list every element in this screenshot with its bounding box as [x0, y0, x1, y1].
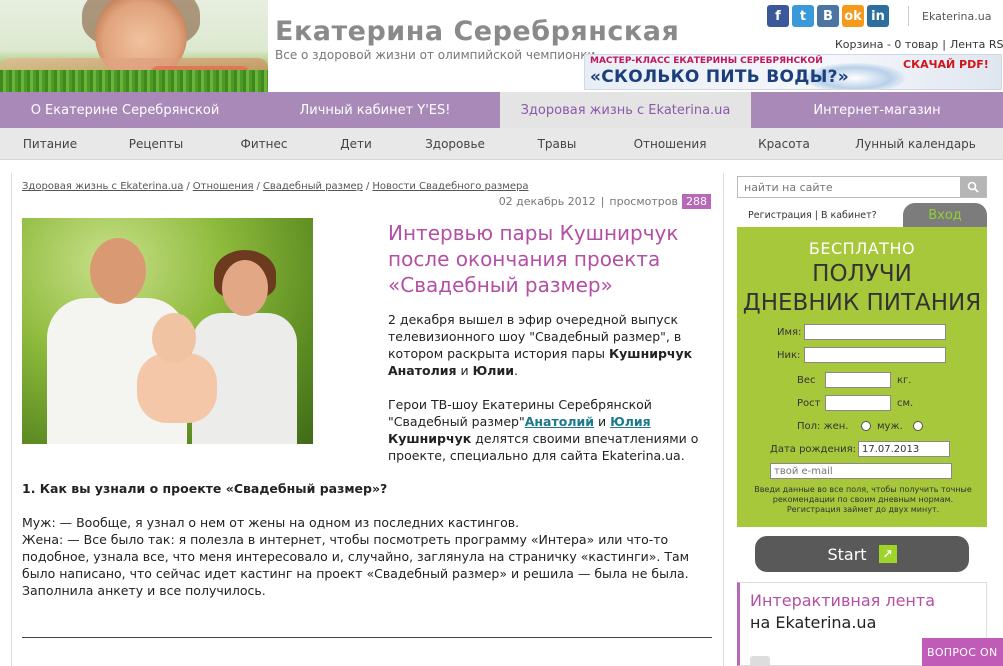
cart-link[interactable]: Корзина - 0 товар: [835, 38, 938, 51]
article-meta: 02 декабрь 2012 | просмотров 288: [499, 194, 711, 209]
breadcrumb-link[interactable]: Отношения: [193, 181, 254, 192]
yuliya-link[interactable]: Юлия: [610, 414, 651, 429]
gender-label: Пол: жен.: [797, 421, 849, 432]
nav-healthy-life[interactable]: Здоровая жизнь с Ekaterina.ua: [500, 92, 751, 128]
register-link[interactable]: Регистрация | В кабинет?: [748, 210, 877, 221]
banner-title: «СКОЛЬКО ПИТЬ ВОДЫ?»: [590, 67, 850, 87]
banner-subtitle: МАСТЕР-КЛАСС ЕКАТЕРИНЫ СЕРЕБРЯНСКОЙ: [590, 56, 823, 66]
views-label: просмотров: [609, 195, 678, 208]
article-title: Интервью пары Кушнирчук после окончания …: [388, 221, 679, 297]
nav-nutrition[interactable]: Питание: [0, 128, 100, 159]
interview-answers: Муж: — Вообще, я узнал о нем от жены на …: [22, 514, 712, 599]
search-button[interactable]: [960, 177, 986, 197]
nick-field[interactable]: [804, 347, 946, 363]
birthdate-field[interactable]: [858, 441, 950, 457]
birthdate-label: Дата рождения:: [770, 444, 857, 455]
vkontakte-icon[interactable]: B: [817, 5, 839, 27]
nav-cabinet[interactable]: Личный кабинет Y'ES!: [250, 92, 500, 128]
primary-nav: О Екатерине Серебрянской Личный кабинет …: [0, 92, 1003, 128]
twitter-icon[interactable]: t: [792, 5, 814, 27]
weight-label: Вес: [797, 375, 816, 386]
search-icon: [967, 181, 979, 193]
height-field[interactable]: [825, 395, 891, 411]
promo-diary: ДНЕВНИК ПИТАНИЯ: [742, 290, 982, 316]
search-input[interactable]: [738, 177, 960, 197]
search-box: [737, 176, 987, 198]
article-date: 02 декабрь 2012: [498, 195, 596, 208]
nav-recipes[interactable]: Рецепты: [100, 128, 212, 159]
nav-kids[interactable]: Дети: [316, 128, 396, 159]
nav-lunar-calendar[interactable]: Лунный календарь: [828, 128, 1003, 159]
start-label: Start: [827, 544, 867, 564]
nutrition-diary-form: БЕСПЛАТНО ПОЛУЧИ ДНЕВНИК ПИТАНИЯ Имя: Ни…: [737, 227, 987, 527]
gender-female-radio[interactable]: [861, 421, 871, 431]
views-count: 288: [682, 194, 711, 209]
weight-field[interactable]: [825, 372, 891, 388]
lead-paragraph-2: Герои ТВ-шоу Екатерины Серебрянской "Сва…: [388, 397, 699, 463]
site-logo[interactable]: Екатерина Серебрянская: [275, 16, 679, 47]
question-online-tab[interactable]: ВОПРОС ON: [922, 638, 1003, 666]
gender-male-radio[interactable]: [913, 421, 923, 431]
breadcrumb: Здоровая жизнь с Ekaterina.ua / Отношения /…: [22, 181, 529, 192]
secondary-nav: Питание Рецепты Фитнес Дети Здоровье Тра…: [0, 128, 1003, 160]
article-area: Здоровая жизнь с Ekaterina.ua / Отношения /…: [11, 173, 724, 666]
site-link[interactable]: Ekaterina.ua: [922, 10, 991, 23]
water-masterclass-banner[interactable]: МАСТЕР-КЛАСС ЕКАТЕРИНЫ СЕРЕБРЯНСКОЙ «СКО…: [584, 54, 1002, 90]
promo-free: БЕСПЛАТНО: [808, 239, 916, 258]
nav-herbs[interactable]: Травы: [514, 128, 600, 159]
weight-unit: кг.: [897, 375, 912, 386]
divider: [908, 6, 909, 26]
gender-male-label: муж.: [877, 421, 903, 432]
interview-question: 1. Как вы узнали о проекте «Свадебный ра…: [22, 481, 388, 496]
hero-photo: [0, 0, 268, 92]
nav-beauty[interactable]: Красота: [740, 128, 828, 159]
nick-label: Ник:: [777, 350, 801, 361]
arrow-icon: ↗: [878, 545, 897, 563]
article-lead: 2 декабря вышел в эфир очередной выпуск …: [388, 311, 710, 481]
name-field[interactable]: [804, 324, 946, 340]
nav-about[interactable]: О Екатерине Серебрянской: [0, 92, 250, 128]
breadcrumb-link[interactable]: Новости Свадебного размера: [372, 181, 528, 192]
login-button[interactable]: Вход: [903, 203, 987, 227]
email-field[interactable]: [770, 463, 952, 479]
facebook-icon[interactable]: f: [767, 5, 789, 27]
husband-answer: Муж: — Вообще, я узнал о нем от жены на …: [22, 515, 520, 530]
site-header: Екатерина Серебрянская Все о здоровой жи…: [0, 0, 1003, 92]
divider: [22, 637, 712, 638]
wife-answer: Жена: — Все было так: я полезла в интерн…: [22, 532, 690, 598]
promo-get: ПОЛУЧИ: [812, 261, 912, 287]
breadcrumb-link[interactable]: Свадебный размер: [263, 181, 363, 192]
breadcrumb-link[interactable]: Здоровая жизнь с Ekaterina.ua: [22, 181, 183, 192]
couple-photo: [22, 218, 313, 444]
site-tagline: Все о здоровой жизни от олимпийской чемп…: [275, 48, 596, 62]
height-unit: см.: [897, 398, 914, 409]
height-label: Рост: [797, 398, 821, 409]
nav-fitness[interactable]: Фитнес: [212, 128, 316, 159]
download-pdf-link[interactable]: СКАЧАЙ PDF!: [903, 58, 989, 71]
rss-link[interactable]: Лента RSS: [950, 38, 1003, 51]
feed-title: Интерактивная лента: [750, 591, 935, 610]
nav-relationships[interactable]: Отношения: [600, 128, 740, 159]
social-links: f t B ok in: [767, 5, 889, 27]
linkedin-icon[interactable]: in: [867, 5, 889, 27]
odnoklassniki-icon[interactable]: ok: [842, 5, 864, 27]
name-label: Имя:: [777, 327, 802, 338]
cart-row: Корзина - 0 товар|Лента RSS: [835, 38, 1003, 51]
nav-shop[interactable]: Интернет-магазин: [751, 92, 1003, 128]
feed-subtitle: на Ekaterina.ua: [750, 613, 877, 632]
avatar: [750, 656, 770, 666]
start-button[interactable]: Start ↗: [755, 536, 969, 572]
nav-health[interactable]: Здоровье: [396, 128, 514, 159]
anatoliy-link[interactable]: Анатолий: [525, 414, 594, 429]
lead-paragraph-1: 2 декабря вышел в эфир очередной выпуск …: [388, 312, 693, 378]
form-note: Введи данные во все поля, чтобы получить…: [754, 485, 972, 514]
